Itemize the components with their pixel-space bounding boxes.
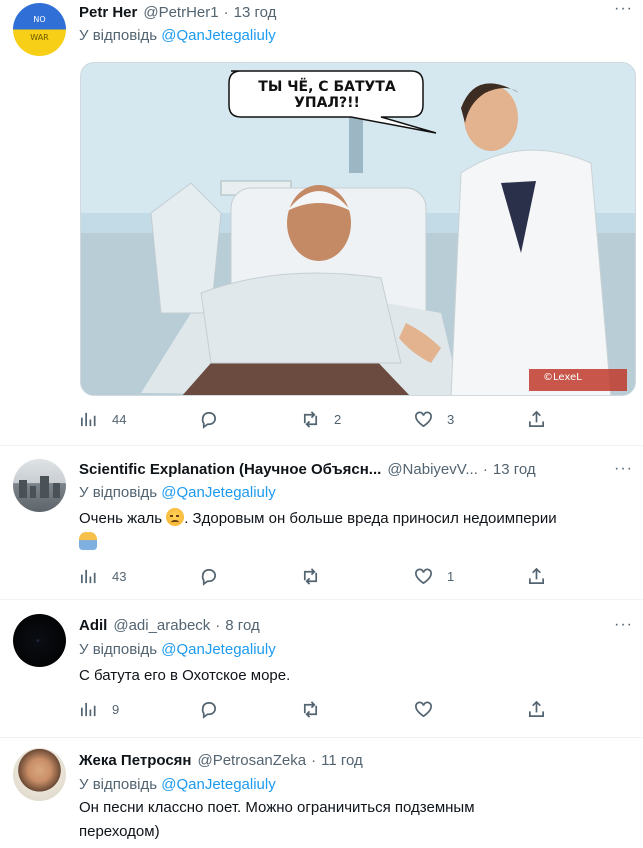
views-button[interactable]: 43: [79, 565, 126, 587]
author-name[interactable]: Scientific Explanation (Научное Объясн..…: [79, 461, 381, 478]
tweet-actions: 44 2 3: [79, 408, 559, 430]
share-button[interactable]: [527, 408, 546, 430]
person-shrugging-icon: [79, 532, 97, 550]
timestamp[interactable]: 8 год: [225, 617, 259, 634]
reply-prefix: У відповідь: [79, 641, 158, 658]
share-icon: [528, 567, 545, 584]
share-button[interactable]: [527, 565, 546, 587]
reply-prefix: У відповідь: [79, 776, 158, 793]
retweet-count: 2: [334, 411, 342, 427]
reply-context: У відповідь @QanJetegaliuly: [79, 641, 276, 658]
views-icon: [80, 702, 96, 716]
views-count: 43: [112, 568, 127, 584]
avatar[interactable]: [13, 748, 66, 801]
like-button[interactable]: 1: [414, 565, 454, 587]
avatar[interactable]: [13, 614, 66, 667]
reply-icon: [201, 568, 216, 586]
retweet-button[interactable]: 2: [301, 408, 341, 430]
author-name[interactable]: Petr Her: [79, 4, 137, 21]
tweet-text: Очень жаль . Здоровым он больше вреда пр…: [79, 507, 635, 555]
retweet-button[interactable]: [301, 565, 320, 587]
views-count: 9: [112, 701, 120, 717]
reply-icon: [201, 411, 216, 429]
reply-button[interactable]: [199, 565, 218, 587]
heart-icon: [415, 568, 432, 584]
tweet-text: Он песни классно поет. Можно ограничитьс…: [79, 799, 475, 840]
reply-to-link[interactable]: @QanJetegaliuly: [161, 641, 275, 658]
retweet-icon: [303, 700, 318, 718]
avatar-text-top: NO: [33, 15, 46, 24]
heart-icon: [415, 411, 432, 427]
tweet-text-part: Очень жаль: [79, 510, 163, 527]
separator-dot: ·: [223, 3, 229, 21]
share-icon: [528, 700, 545, 717]
timestamp[interactable]: 13 год: [493, 461, 536, 478]
reply-to-link[interactable]: @QanJetegaliuly: [161, 27, 275, 44]
more-options-icon[interactable]: ···: [614, 616, 633, 634]
avatar[interactable]: NO WAR: [13, 3, 66, 56]
like-count: 3: [447, 411, 455, 427]
timestamp[interactable]: 13 год: [234, 4, 277, 21]
like-count: 1: [447, 568, 455, 584]
tweet-image[interactable]: ТЫ ЧЁ, С БАТУТА УПАЛ?!! ©LexeL: [80, 62, 636, 396]
separator-dot: ·: [311, 751, 317, 769]
views-icon: [80, 412, 96, 426]
author-name[interactable]: Adil: [79, 617, 107, 634]
reply-to-link[interactable]: @QanJetegaliuly: [161, 484, 275, 501]
reply-button[interactable]: [199, 408, 232, 430]
heart-icon: [415, 701, 432, 717]
views-icon: [80, 569, 96, 583]
retweet-icon: [303, 410, 318, 428]
author-handle[interactable]: @adi_arabeck: [113, 617, 210, 634]
timestamp[interactable]: 11 год: [321, 752, 363, 769]
tweet-header: Petr Her @PetrHer1 · 13 год: [79, 2, 276, 22]
tweet-text: С батута его в Охотское море.: [79, 667, 291, 684]
avatar-text-bottom: WAR: [30, 33, 49, 42]
more-options-icon[interactable]: ···: [614, 0, 633, 18]
more-options-icon[interactable]: ···: [614, 460, 633, 478]
tweet-actions: 9: [79, 698, 559, 720]
author-name[interactable]: Жека Петросян: [79, 752, 191, 769]
like-button[interactable]: 3: [414, 408, 454, 430]
author-handle[interactable]: @PetrosanZeka: [197, 752, 306, 769]
reply-prefix: У відповідь: [79, 484, 158, 501]
share-icon: [528, 410, 545, 427]
author-handle[interactable]: @PetrHer1: [143, 4, 218, 21]
tweet[interactable]: Scientific Explanation (Научное Объясн..…: [0, 446, 643, 600]
tweet[interactable]: NO WAR Petr Her @PetrHer1 · 13 год ··· У…: [0, 0, 643, 446]
tweet[interactable]: Adil @adi_arabeck · 8 год ··· У відповід…: [0, 600, 643, 738]
avatar[interactable]: [13, 459, 66, 512]
reply-context: У відповідь @QanJetegaliuly: [79, 776, 276, 793]
retweet-button[interactable]: [301, 698, 320, 720]
like-button[interactable]: [414, 698, 433, 720]
share-button[interactable]: [527, 698, 546, 720]
tweet-text-part: . Здоровым он больше вреда приносил недо…: [184, 510, 557, 527]
tweet-header: Adil @adi_arabeck · 8 год: [79, 615, 260, 635]
reply-to-link[interactable]: @QanJetegaliuly: [161, 776, 275, 793]
tweet-header: Жека Петросян @PetrosanZeka · 11 год: [79, 750, 363, 770]
views-button[interactable]: 44: [79, 408, 126, 430]
disappointed-face-icon: [166, 508, 185, 526]
tweet[interactable]: Жека Петросян @PetrosanZeka · 11 год У в…: [0, 738, 643, 848]
author-handle[interactable]: @NabiyevV...: [387, 461, 478, 478]
speech-bubble-text: ТЫ ЧЁ, С БАТУТА УПАЛ?!!: [258, 79, 396, 111]
separator-dot: ·: [215, 616, 221, 634]
separator-dot: ·: [482, 460, 488, 478]
reply-prefix: У відповідь: [79, 27, 158, 44]
reply-context: У відповідь @QanJetegaliuly: [79, 484, 276, 501]
watermark: ©LexeL: [543, 372, 582, 383]
reply-icon: [201, 701, 216, 719]
reply-button[interactable]: [199, 698, 218, 720]
views-count: 44: [112, 411, 127, 427]
tweet-actions: 43 1: [79, 565, 559, 587]
retweet-icon: [303, 567, 318, 585]
views-button[interactable]: 9: [79, 698, 119, 720]
tweet-header: Scientific Explanation (Научное Объясн..…: [79, 459, 536, 479]
reply-context: У відповідь @QanJetegaliuly: [79, 27, 276, 44]
meme-illustration: [81, 63, 635, 395]
